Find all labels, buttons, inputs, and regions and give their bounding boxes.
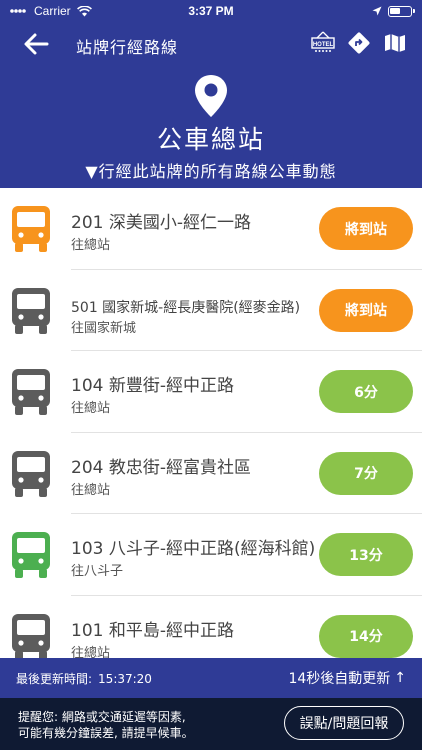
stop-name: 公車總站 <box>156 125 265 154</box>
eta-badge[interactable]: 將到站 <box>319 207 413 250</box>
route-destination: 往總站 <box>71 401 111 417</box>
eta-badge[interactable]: 將到站 <box>319 288 413 332</box>
route-list[interactable]: 201 深美國小-經仁一路 往總站 將到站 501 國家新城-經長庚醫院(經麥金… <box>0 188 422 658</box>
eta-badge[interactable]: 6分 <box>319 370 413 414</box>
wifi-icon <box>76 5 92 16</box>
route-row[interactable]: 104 新豐街-經中正路 往總站 6分 <box>0 351 422 433</box>
arrow-up-icon: ↑ <box>394 670 406 686</box>
status-bar: Carrier 3:37 PM <box>0 0 422 22</box>
route-name: 201 深美國小-經仁一路 <box>71 213 251 233</box>
nav-bar: 站牌行經路線 HOTEL <box>0 22 422 66</box>
reminder-line-1: 提醒您: 網路或交通延遲等因素, <box>18 710 186 724</box>
route-row[interactable]: 103 八斗子-經中正路(經海科館) 往八斗子 13分 <box>0 514 422 596</box>
route-name: 103 八斗子-經中正路(經海科館) <box>71 539 316 560</box>
nav-title: 站牌行經路線 <box>76 38 179 57</box>
back-arrow-icon[interactable] <box>22 30 50 58</box>
route-row[interactable]: 101 和平島-經中正路 往總站 14分 <box>0 596 422 658</box>
carrier-label: Carrier <box>34 4 71 18</box>
stop-subtitle: ▼行經此站牌的所有路線公車動態 <box>85 162 337 181</box>
battery-icon <box>388 5 415 17</box>
hotel-icon: HOTEL <box>311 31 335 52</box>
route-row[interactable]: 501 國家新城-經長庚醫院(經麥金路) 往國家新城 將到站 <box>0 270 422 352</box>
directions-icon <box>348 32 370 54</box>
route-destination: 往總站 <box>71 482 111 498</box>
route-name: 204 教忠街-經富貴社區 <box>71 457 251 478</box>
eta-badge[interactable]: 13分 <box>319 533 413 577</box>
bus-icon <box>12 450 50 497</box>
eta-badge[interactable]: 7分 <box>319 451 413 495</box>
bus-icon <box>12 613 50 658</box>
report-problem-button[interactable]: 誤點/問題回報 <box>284 706 404 740</box>
location-pin-icon <box>195 75 227 117</box>
directions-button[interactable] <box>346 30 372 56</box>
map-icon <box>385 34 405 52</box>
route-destination: 往國家新城 <box>71 320 137 336</box>
signal-dots-icon <box>10 9 26 13</box>
route-name: 501 國家新城-經長庚醫院(經麥金路) <box>71 299 301 316</box>
bus-icon <box>12 369 50 416</box>
footer: 提醒您: 網路或交通延遲等因素, 可能有幾分鐘誤差, 請提早候車。 誤點/問題回… <box>0 698 422 750</box>
route-row[interactable]: 201 深美國小-經仁一路 往總站 將到站 <box>0 188 422 270</box>
last-update-time: 15:37:20 <box>98 671 152 686</box>
bus-icon <box>12 206 50 252</box>
route-name: 104 新豐街-經中正路 <box>71 376 234 397</box>
route-destination: 往總站 <box>71 238 111 253</box>
hotel-sign-text: HOTEL <box>313 42 334 48</box>
update-bar: 最後更新時間: 15:37:20 14秒後自動更新 ↑ <box>0 658 422 698</box>
hotel-button[interactable]: HOTEL <box>310 30 336 56</box>
reminder-line-2: 可能有幾分鐘誤差, 請提早候車。 <box>18 726 194 740</box>
route-destination: 往八斗子 <box>71 564 124 580</box>
clock: 3:37 PM <box>188 4 234 18</box>
bus-icon <box>12 532 50 579</box>
last-update: 最後更新時間: 15:37:20 <box>16 670 152 687</box>
header: 站牌行經路線 HOTEL 公車總站 ▼行經此站牌的所有路線公車動態 <box>0 22 422 188</box>
location-arrow-icon <box>372 6 382 16</box>
auto-refresh-label: 14秒後自動更新 <box>288 671 391 687</box>
route-destination: 往總站 <box>71 645 111 658</box>
route-name: 101 和平島-經中正路 <box>71 620 234 641</box>
auto-refresh[interactable]: 14秒後自動更新 ↑ <box>288 668 406 688</box>
map-button[interactable] <box>382 30 408 56</box>
route-row[interactable]: 204 教忠街-經富貴社區 往總站 7分 <box>0 433 422 515</box>
bus-icon <box>12 287 50 334</box>
last-update-label: 最後更新時間: <box>16 671 93 686</box>
reminder-note: 提醒您: 網路或交通延遲等因素, 可能有幾分鐘誤差, 請提早候車。 <box>18 709 194 741</box>
eta-badge[interactable]: 14分 <box>319 614 413 658</box>
